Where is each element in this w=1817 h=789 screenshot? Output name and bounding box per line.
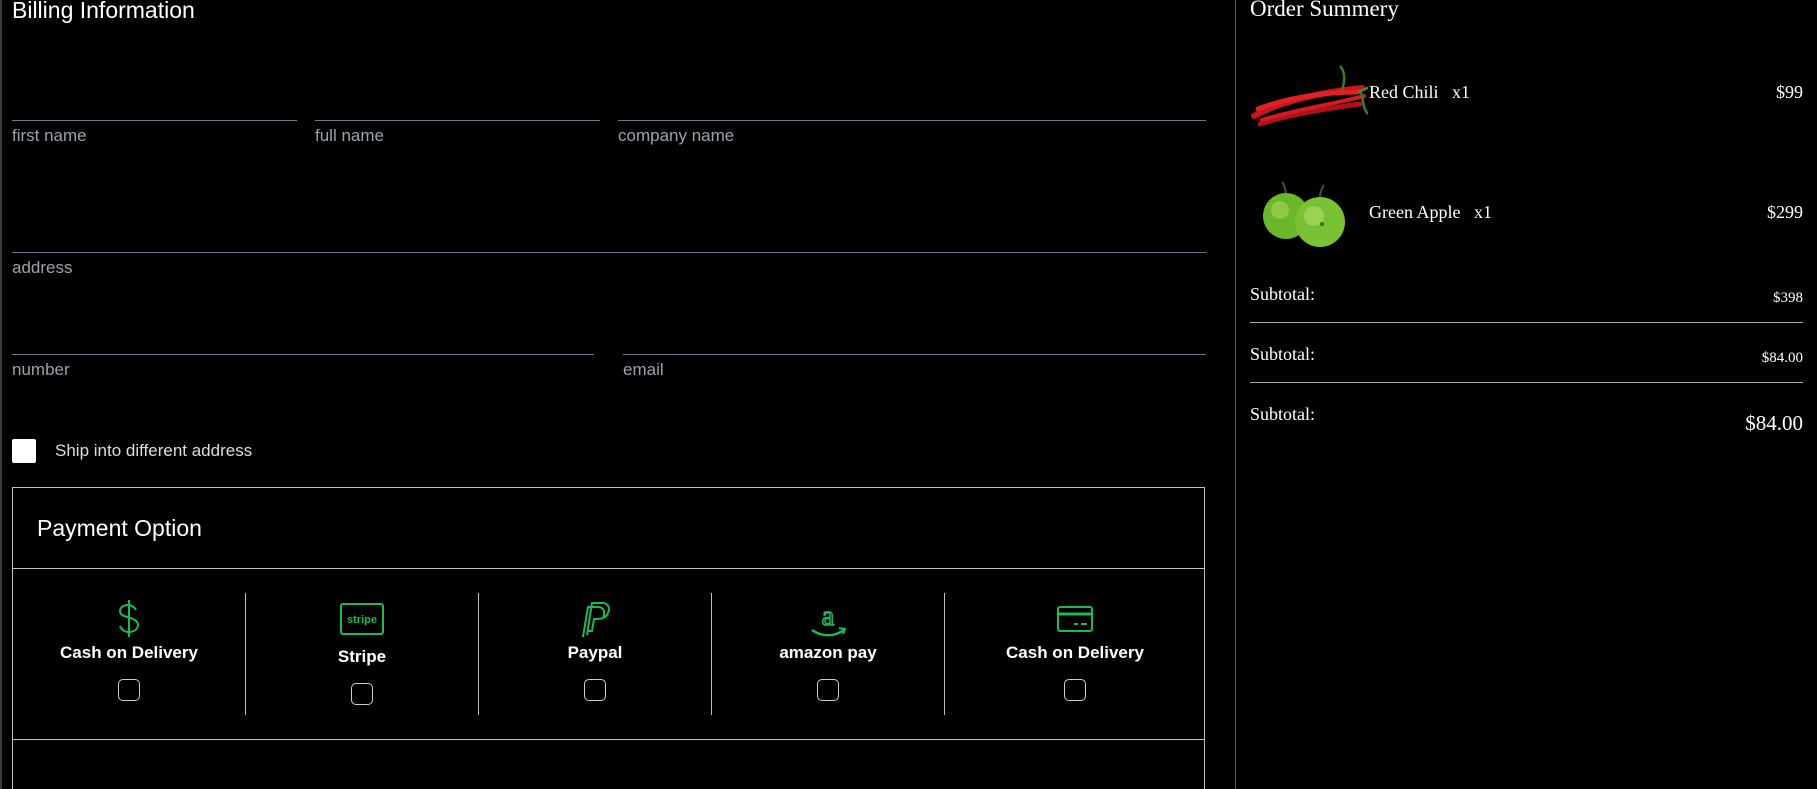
- address-field[interactable]: address: [12, 252, 1206, 278]
- company-name-underline: [618, 120, 1206, 121]
- email-label: email: [623, 360, 664, 379]
- payment-option-label: amazon pay: [779, 643, 877, 662]
- payment-option-cash[interactable]: Cash on Delivery: [13, 593, 246, 715]
- payment-option-checkbox[interactable]: [118, 679, 140, 701]
- payment-title: Payment Option: [37, 514, 202, 541]
- billing-title: Billing Information: [12, 0, 195, 23]
- credit-card-icon: [945, 599, 1205, 639]
- first-name-underline: [12, 120, 297, 121]
- left-border: [0, 0, 2, 789]
- summary-item: Green Apple x1 $299: [1250, 164, 1803, 264]
- dollar-icon: [13, 599, 245, 639]
- full-name-label: full name: [315, 126, 384, 145]
- ship-different-checkbox[interactable]: [12, 439, 36, 463]
- full-name-field[interactable]: full name: [315, 120, 600, 146]
- number-field[interactable]: number: [12, 354, 594, 380]
- paypal-icon: [479, 599, 711, 639]
- item-name: Green Apple x1: [1369, 202, 1492, 222]
- email-underline: [623, 354, 1206, 355]
- payment-option-checkbox[interactable]: [584, 679, 606, 701]
- svg-text:a: a: [822, 601, 835, 632]
- payment-options: Cash on Delivery stripe Stripe Paypal a …: [13, 569, 1205, 740]
- summary-row-value: $84.00: [1761, 350, 1803, 366]
- item-price: $299: [1767, 202, 1803, 222]
- summary-item: Red Chili x1 $99: [1250, 44, 1803, 144]
- item-price: $99: [1776, 82, 1803, 102]
- payment-header: Payment Option: [13, 488, 1204, 569]
- first-name-label: first name: [12, 126, 87, 145]
- stripe-icon: stripe: [246, 599, 478, 639]
- payment-option-card[interactable]: Cash on Delivery: [945, 593, 1205, 715]
- full-name-underline: [315, 120, 600, 121]
- summary-row-value: $398: [1773, 290, 1803, 306]
- payment-option-label: Cash on Delivery: [1006, 643, 1144, 662]
- payment-option-label: Paypal: [567, 643, 623, 662]
- address-underline: [12, 252, 1206, 253]
- payment-option-checkbox[interactable]: [817, 679, 839, 701]
- summary-row-label: Subtotal:: [1250, 284, 1316, 304]
- address-label: address: [12, 258, 73, 277]
- payment-option-label: Stripe: [337, 647, 387, 666]
- number-underline: [12, 354, 594, 355]
- summary-divider: [1250, 322, 1803, 323]
- summary-row-label: Subtotal:: [1250, 344, 1316, 364]
- payment-option-stripe[interactable]: stripe Stripe: [246, 593, 479, 715]
- company-name-label: company name: [618, 126, 735, 145]
- summary-row-label: Subtotal:: [1250, 404, 1316, 424]
- payment-option-paypal[interactable]: Paypal: [479, 593, 712, 715]
- email-field[interactable]: email: [623, 354, 1206, 380]
- green-apple-image: [1250, 164, 1368, 264]
- payment-option-label: Cash on Delivery: [60, 643, 198, 662]
- summary-divider: [1250, 382, 1803, 383]
- payment-option-amazon[interactable]: a amazon pay: [712, 593, 945, 715]
- number-label: number: [12, 360, 70, 379]
- company-name-field[interactable]: company name: [618, 120, 1206, 146]
- ship-different-row: Ship into different address: [12, 438, 252, 464]
- red-chili-image: [1250, 44, 1369, 144]
- order-summary: Order Summery Red Chili x1 $99 Green App…: [1235, 0, 1817, 789]
- payment-option-checkbox[interactable]: [1064, 679, 1086, 701]
- amazon-icon: a: [712, 599, 944, 639]
- summary-title: Order Summery: [1250, 0, 1399, 21]
- payment-panel: Payment Option Cash on Delivery stripe S…: [12, 487, 1205, 789]
- svg-text:stripe: stripe: [347, 614, 377, 626]
- item-name: Red Chili x1: [1369, 82, 1471, 102]
- payment-option-checkbox[interactable]: [351, 683, 373, 705]
- billing-section: Billing Information first name full name…: [12, 0, 1206, 789]
- first-name-field[interactable]: first name: [12, 120, 297, 146]
- ship-different-label: Ship into different address: [55, 441, 253, 460]
- summary-total-value: $84.00: [1745, 411, 1803, 435]
